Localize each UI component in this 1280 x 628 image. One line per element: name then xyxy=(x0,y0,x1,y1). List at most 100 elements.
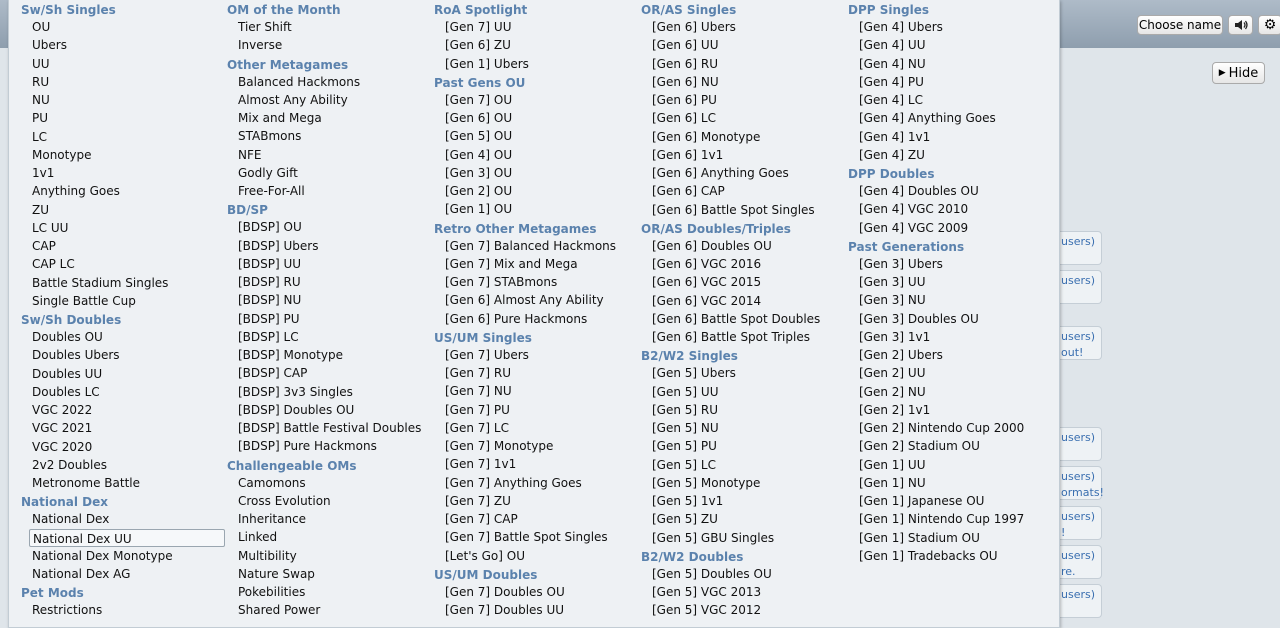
format-option[interactable]: Anything Goes xyxy=(17,182,223,200)
format-option[interactable]: [Gen 1] Tradebacks OU xyxy=(844,547,1050,565)
format-option[interactable]: [BDSP] RU xyxy=(223,273,429,291)
format-option[interactable]: [Gen 4] VGC 2010 xyxy=(844,200,1050,218)
format-option[interactable]: [Gen 7] UU xyxy=(430,18,636,36)
format-option[interactable]: CAP xyxy=(17,237,223,255)
format-option[interactable]: National Dex UU xyxy=(29,528,225,547)
format-option[interactable]: [Gen 7] OU xyxy=(430,91,636,109)
format-option[interactable]: [Gen 3] NU xyxy=(844,291,1050,309)
format-option[interactable]: [BDSP] Battle Festival Doubles xyxy=(223,419,429,437)
format-option[interactable]: ZU xyxy=(17,201,223,219)
format-option[interactable]: Mix and Mega xyxy=(223,109,429,127)
room-entry-fragment[interactable]: users) xyxy=(1058,427,1102,461)
format-option[interactable]: Linked xyxy=(223,528,429,546)
format-option[interactable]: [Gen 5] Doubles OU xyxy=(637,565,843,583)
format-option[interactable]: [Gen 5] PU xyxy=(637,437,843,455)
room-entry-fragment[interactable]: users) ormats! xyxy=(1058,466,1104,500)
format-option[interactable]: [Gen 7] Doubles OU xyxy=(430,583,636,601)
format-option[interactable]: [Gen 3] 1v1 xyxy=(844,328,1050,346)
format-option[interactable]: [Gen 5] OU xyxy=(430,127,636,145)
format-option[interactable]: Free-For-All xyxy=(223,182,429,200)
format-option[interactable]: [Gen 2] Stadium OU xyxy=(844,437,1050,455)
room-entry-fragment[interactable]: users) xyxy=(1058,231,1102,265)
format-option[interactable]: [Gen 3] OU xyxy=(430,164,636,182)
format-option[interactable]: [Gen 5] VGC 2012 xyxy=(637,601,843,619)
format-option[interactable]: [Gen 5] LC xyxy=(637,456,843,474)
room-entry-fragment[interactable]: users) xyxy=(1058,270,1102,304)
format-option[interactable]: RU xyxy=(17,73,223,91)
format-option[interactable]: Doubles LC xyxy=(17,383,223,401)
room-entry-fragment[interactable]: users) re. xyxy=(1058,545,1102,579)
format-option[interactable]: 2v2 Doubles xyxy=(17,456,223,474)
format-option[interactable]: Restrictions xyxy=(17,601,223,619)
format-option[interactable]: Single Battle Cup xyxy=(17,292,223,310)
format-option[interactable]: Battle Stadium Singles xyxy=(17,274,223,292)
format-option[interactable]: [Gen 5] Monotype xyxy=(637,474,843,492)
format-option[interactable]: Nature Swap xyxy=(223,565,429,583)
format-option[interactable]: [Gen 6] VGC 2015 xyxy=(637,273,843,291)
format-option[interactable]: [Gen 7] Anything Goes xyxy=(430,474,636,492)
format-option[interactable]: VGC 2021 xyxy=(17,419,223,437)
format-option[interactable]: [Gen 6] Battle Spot Singles xyxy=(637,201,843,219)
format-option[interactable]: [Gen 4] Ubers xyxy=(844,18,1050,36)
format-option[interactable]: [Gen 6] Battle Spot Triples xyxy=(637,328,843,346)
format-option[interactable]: [Gen 6] CAP xyxy=(637,182,843,200)
format-option[interactable]: [Gen 6] PU xyxy=(637,91,843,109)
format-option[interactable]: Ubers xyxy=(17,36,223,54)
format-option[interactable]: [BDSP] UU xyxy=(223,255,429,273)
format-option[interactable]: [Gen 6] Pure Hackmons xyxy=(430,310,636,328)
format-option[interactable]: OU xyxy=(17,18,223,36)
format-option[interactable]: [Gen 4] ZU xyxy=(844,146,1050,164)
format-option[interactable]: VGC 2020 xyxy=(17,438,223,456)
format-option[interactable]: National Dex AG xyxy=(17,565,223,583)
format-option[interactable]: [BDSP] CAP xyxy=(223,364,429,382)
format-option[interactable]: Doubles Ubers xyxy=(17,346,223,364)
format-option[interactable]: [Gen 2] NU xyxy=(844,383,1050,401)
format-option[interactable]: [Gen 5] 1v1 xyxy=(637,492,843,510)
format-option[interactable]: VGC 2022 xyxy=(17,401,223,419)
format-option[interactable]: [Gen 6] Ubers xyxy=(637,18,843,36)
format-option[interactable]: CAP LC xyxy=(17,255,223,273)
format-option[interactable]: [Gen 5] ZU xyxy=(637,510,843,528)
format-option[interactable]: National Dex Monotype xyxy=(17,547,223,565)
format-option[interactable]: [Gen 7] PU xyxy=(430,401,636,419)
room-entry-fragment[interactable]: users) ! xyxy=(1058,506,1102,540)
format-option[interactable]: LC UU xyxy=(17,219,223,237)
format-option[interactable]: [Gen 6] LC xyxy=(637,109,843,127)
format-option[interactable]: Balanced Hackmons xyxy=(223,73,429,91)
format-option[interactable]: National Dex xyxy=(17,510,223,528)
format-option[interactable]: UU xyxy=(17,55,223,73)
format-option[interactable]: [Gen 5] GBU Singles xyxy=(637,529,843,547)
format-option[interactable]: Inverse xyxy=(223,36,429,54)
format-option[interactable]: [Gen 6] Almost Any Ability xyxy=(430,291,636,309)
format-option[interactable]: [Gen 7] CAP xyxy=(430,510,636,528)
format-option[interactable]: [BDSP] LC xyxy=(223,328,429,346)
format-option[interactable]: [Gen 4] LC xyxy=(844,91,1050,109)
format-option[interactable]: [Gen 7] Doubles UU xyxy=(430,601,636,619)
format-option[interactable]: [Gen 4] Anything Goes xyxy=(844,109,1050,127)
format-option[interactable]: [Gen 6] NU xyxy=(637,73,843,91)
format-option[interactable]: Monotype xyxy=(17,146,223,164)
format-option[interactable]: [Gen 7] STABmons xyxy=(430,273,636,291)
format-option[interactable]: [Gen 6] OU xyxy=(430,109,636,127)
format-option[interactable]: PU xyxy=(17,109,223,127)
format-option[interactable]: [Gen 1] Ubers xyxy=(430,55,636,73)
format-option[interactable]: [Let's Go] OU xyxy=(430,547,636,565)
format-option[interactable]: [Gen 1] UU xyxy=(844,456,1050,474)
format-option[interactable]: [Gen 3] UU xyxy=(844,273,1050,291)
format-option[interactable]: NFE xyxy=(223,146,429,164)
format-option[interactable]: [Gen 5] VGC 2013 xyxy=(637,583,843,601)
format-option[interactable]: [Gen 7] Monotype xyxy=(430,437,636,455)
room-entry-fragment[interactable]: users) out! xyxy=(1058,326,1102,360)
format-option[interactable]: Tier Shift xyxy=(223,18,429,36)
format-option[interactable]: [BDSP] Doubles OU xyxy=(223,401,429,419)
format-option[interactable]: Pokebilities xyxy=(223,583,429,601)
format-option[interactable]: [BDSP] PU xyxy=(223,310,429,328)
format-option[interactable]: [Gen 2] 1v1 xyxy=(844,401,1050,419)
format-option[interactable]: Shared Power xyxy=(223,601,429,619)
format-option[interactable]: Camomons xyxy=(223,474,429,492)
hide-button[interactable]: ▶ Hide xyxy=(1212,62,1265,84)
format-option[interactable]: [Gen 6] Anything Goes xyxy=(637,164,843,182)
format-option[interactable]: [Gen 4] NU xyxy=(844,55,1050,73)
format-option[interactable]: Metronome Battle xyxy=(17,474,223,492)
format-option[interactable]: [BDSP] Pure Hackmons xyxy=(223,437,429,455)
